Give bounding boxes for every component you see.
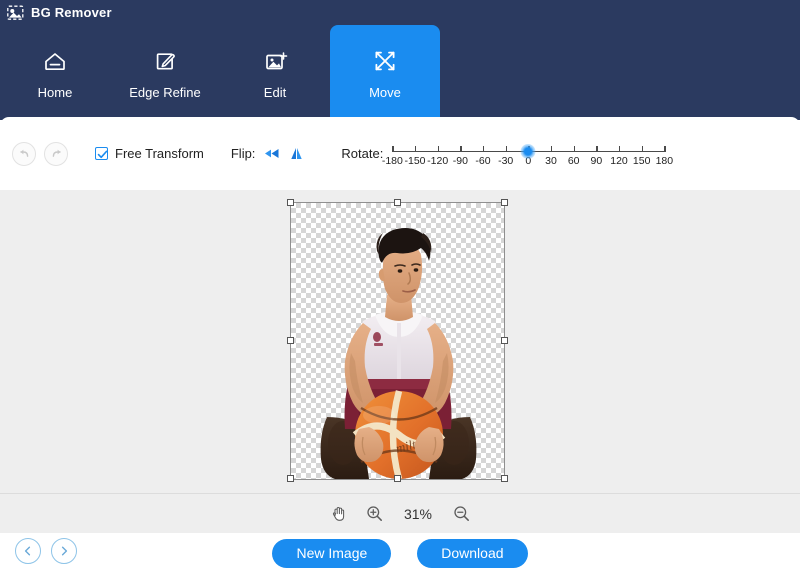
tab-edge-refine-label: Edge Refine: [129, 84, 201, 100]
download-button[interactable]: Download: [417, 538, 528, 568]
rotate-slider[interactable]: -180 -150 -120 -90 -60 -30 0 30 60 90 120 150 180: [382, 138, 673, 170]
rotate-tick-label: -30: [498, 154, 514, 167]
tab-edit[interactable]: Edit: [220, 25, 330, 120]
flip-horizontal-button[interactable]: [263, 146, 280, 161]
rotate-tick-label: 180: [655, 154, 674, 167]
footer-bar: New Image Download: [0, 533, 800, 573]
rotate-tick: [573, 145, 576, 152]
tab-move-label: Move: [369, 84, 401, 100]
rotate-tick: [415, 145, 417, 152]
rotate-tick-label: -60: [475, 154, 491, 167]
flip-controls: Flip:: [231, 146, 306, 161]
hand-tool-button[interactable]: [330, 505, 348, 523]
rotate-controls: Rotate: -180 -150 -120 -90 -60 -30 0 30 60 90 120 1…: [341, 138, 673, 170]
rotate-tick: [437, 145, 440, 152]
flip-vertical-button[interactable]: [288, 146, 305, 161]
rotate-tick-label: -120: [427, 154, 449, 167]
new-image-button[interactable]: New Image: [272, 538, 392, 568]
window-title: BG Remover: [31, 5, 112, 20]
tab-home[interactable]: Home: [0, 25, 110, 120]
selection-handle-middle-right[interactable]: [501, 337, 508, 344]
move-arrows-icon: [375, 51, 395, 70]
image-plus-icon: [266, 51, 288, 69]
selection-handle-bottom-left[interactable]: [287, 475, 294, 482]
rotate-tick: [505, 145, 508, 152]
checkmark-icon: [97, 150, 108, 159]
rotate-tick-label: 120: [610, 154, 628, 167]
rotate-tick-label: 60: [567, 154, 580, 167]
selection-handle-top-left[interactable]: [287, 199, 294, 206]
rotate-tick-label: -90: [452, 154, 468, 167]
selection-handle-top-center[interactable]: [394, 199, 401, 206]
redo-button[interactable]: [44, 141, 68, 166]
zoom-in-icon: [367, 506, 382, 521]
nav-bar: Home Edge Refine Edit Move: [0, 25, 800, 120]
rotate-tick: [460, 145, 462, 152]
undo-button[interactable]: [12, 141, 36, 166]
rotate-tick-label: 90: [590, 154, 603, 167]
selection-handle-bottom-center[interactable]: [394, 475, 401, 482]
zoom-toolbar: 31%: [0, 493, 800, 533]
free-transform-label: Free Transform: [115, 146, 204, 161]
pen-edit-square-icon: [156, 52, 175, 70]
tab-edit-label: Edit: [263, 84, 287, 100]
selection-handle-middle-left[interactable]: [287, 337, 294, 344]
rotate-tick: [619, 145, 621, 152]
edit-toolbar: Free Transform Flip: Rotate: -180-150 -1…: [0, 117, 800, 190]
image-photo-icon: [7, 5, 24, 20]
zoom-in-button[interactable]: [366, 505, 383, 522]
tab-edge-refine[interactable]: Edge Refine: [110, 25, 220, 120]
flip-vertical-icon: [291, 148, 303, 159]
flip-label: Flip:: [230, 146, 256, 161]
rotate-label: Rotate:: [341, 146, 384, 161]
rotate-tick-label: 150: [632, 154, 651, 167]
canvas-area[interactable]: milten: [0, 190, 800, 493]
rotate-tick-label: -150: [404, 154, 426, 167]
rotate-tick: [664, 145, 666, 152]
rotate-tick: [596, 145, 598, 152]
rotate-tick-label: -180: [381, 154, 403, 167]
rotate-tick: [483, 145, 485, 152]
history-buttons: [12, 141, 68, 166]
selection-handle-bottom-right[interactable]: [501, 475, 508, 482]
flip-horizontal-icon: [265, 149, 279, 158]
tab-move[interactable]: Move: [330, 25, 440, 120]
tab-strip: Home Edge Refine Edit Move: [0, 25, 440, 120]
zoom-out-icon: [454, 506, 469, 521]
footer-actions: New Image Download: [0, 533, 800, 573]
free-transform-toggle[interactable]: Free Transform: [95, 146, 204, 161]
redo-arrow-icon: [52, 149, 61, 157]
artboard-transparent-canvas[interactable]: milten: [287, 199, 508, 482]
rotate-tick: [551, 145, 553, 152]
rotate-tick: [641, 145, 644, 152]
title-bar: BG Remover: [0, 0, 800, 25]
undo-arrow-icon: [19, 149, 28, 157]
app-window: BG Remover Home Edge Refine Edit Move Fr…: [0, 0, 800, 573]
subject-image[interactable]: milten: [291, 203, 506, 481]
selection-handle-top-right[interactable]: [501, 199, 508, 206]
zoom-out-button[interactable]: [453, 505, 470, 522]
rotate-slider-handle[interactable]: [520, 143, 536, 159]
hand-icon: [332, 506, 345, 521]
zoom-level-value: 31%: [403, 505, 433, 522]
home-icon: [45, 52, 65, 70]
free-transform-checkbox[interactable]: [95, 147, 108, 160]
rotate-tick: [392, 145, 394, 152]
tab-home-label: Home: [37, 84, 73, 100]
rotate-tick-label: 30: [545, 154, 557, 167]
